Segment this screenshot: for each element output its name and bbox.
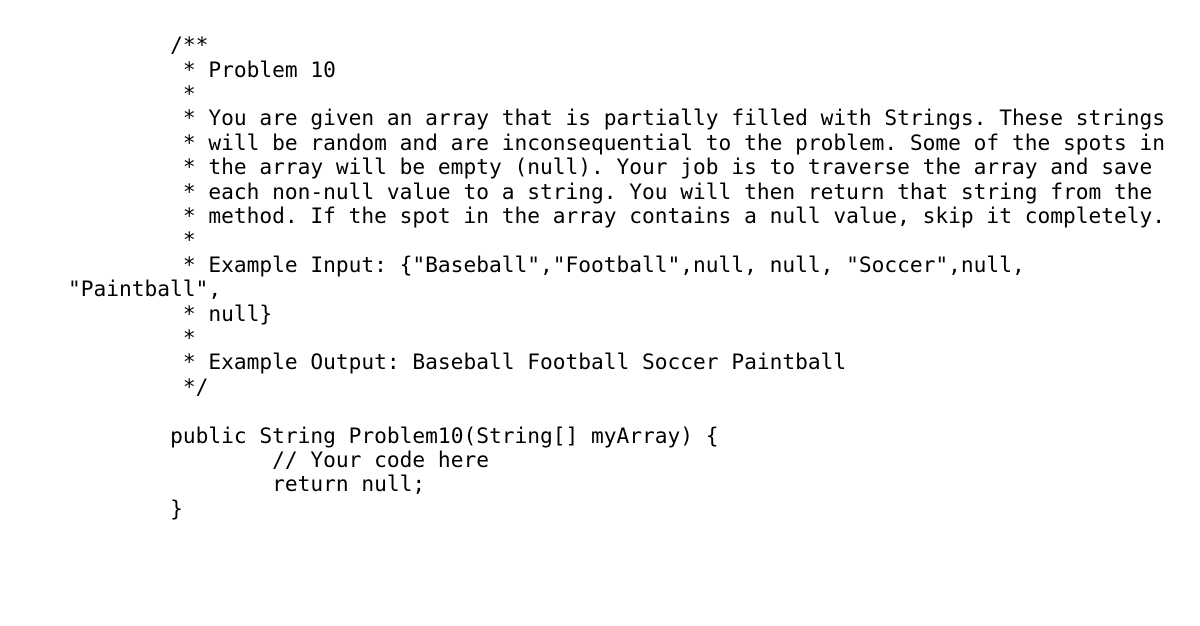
- code-line: *: [68, 227, 196, 253]
- code-line: /**: [68, 32, 209, 58]
- code-line-todo-comment: // Your code here: [68, 447, 489, 473]
- code-line-method-signature: public String Problem10(String[] myArray…: [68, 422, 719, 448]
- code-content: /** * Problem 10 * * You are given an ar…: [68, 32, 1168, 521]
- code-line: * You are given an array that is partial…: [68, 105, 1166, 131]
- code-line: * null}: [68, 300, 273, 326]
- code-line: * the array will be empty (null). Your j…: [68, 154, 1153, 180]
- code-line-return-statement: return null;: [68, 471, 426, 497]
- code-line: *: [68, 81, 196, 106]
- code-line: * Problem 10: [68, 56, 336, 82]
- code-line: */: [68, 373, 209, 399]
- code-line-closing-brace: }: [68, 495, 183, 521]
- code-line: * will be random and are inconsequential…: [68, 129, 1166, 155]
- code-line: * Example Input: {"Baseball","Football",…: [68, 251, 1038, 302]
- code-line: * method. If the spot in the array conta…: [68, 203, 1166, 229]
- code-line: * Example Output: Baseball Football Socc…: [68, 349, 847, 375]
- code-block[interactable]: /** * Problem 10 * * You are given an ar…: [68, 32, 1168, 521]
- code-line: *: [68, 325, 196, 351]
- code-surface: /** * Problem 10 * * You are given an ar…: [0, 0, 1200, 626]
- code-line: * each non-null value to a string. You w…: [68, 178, 1153, 204]
